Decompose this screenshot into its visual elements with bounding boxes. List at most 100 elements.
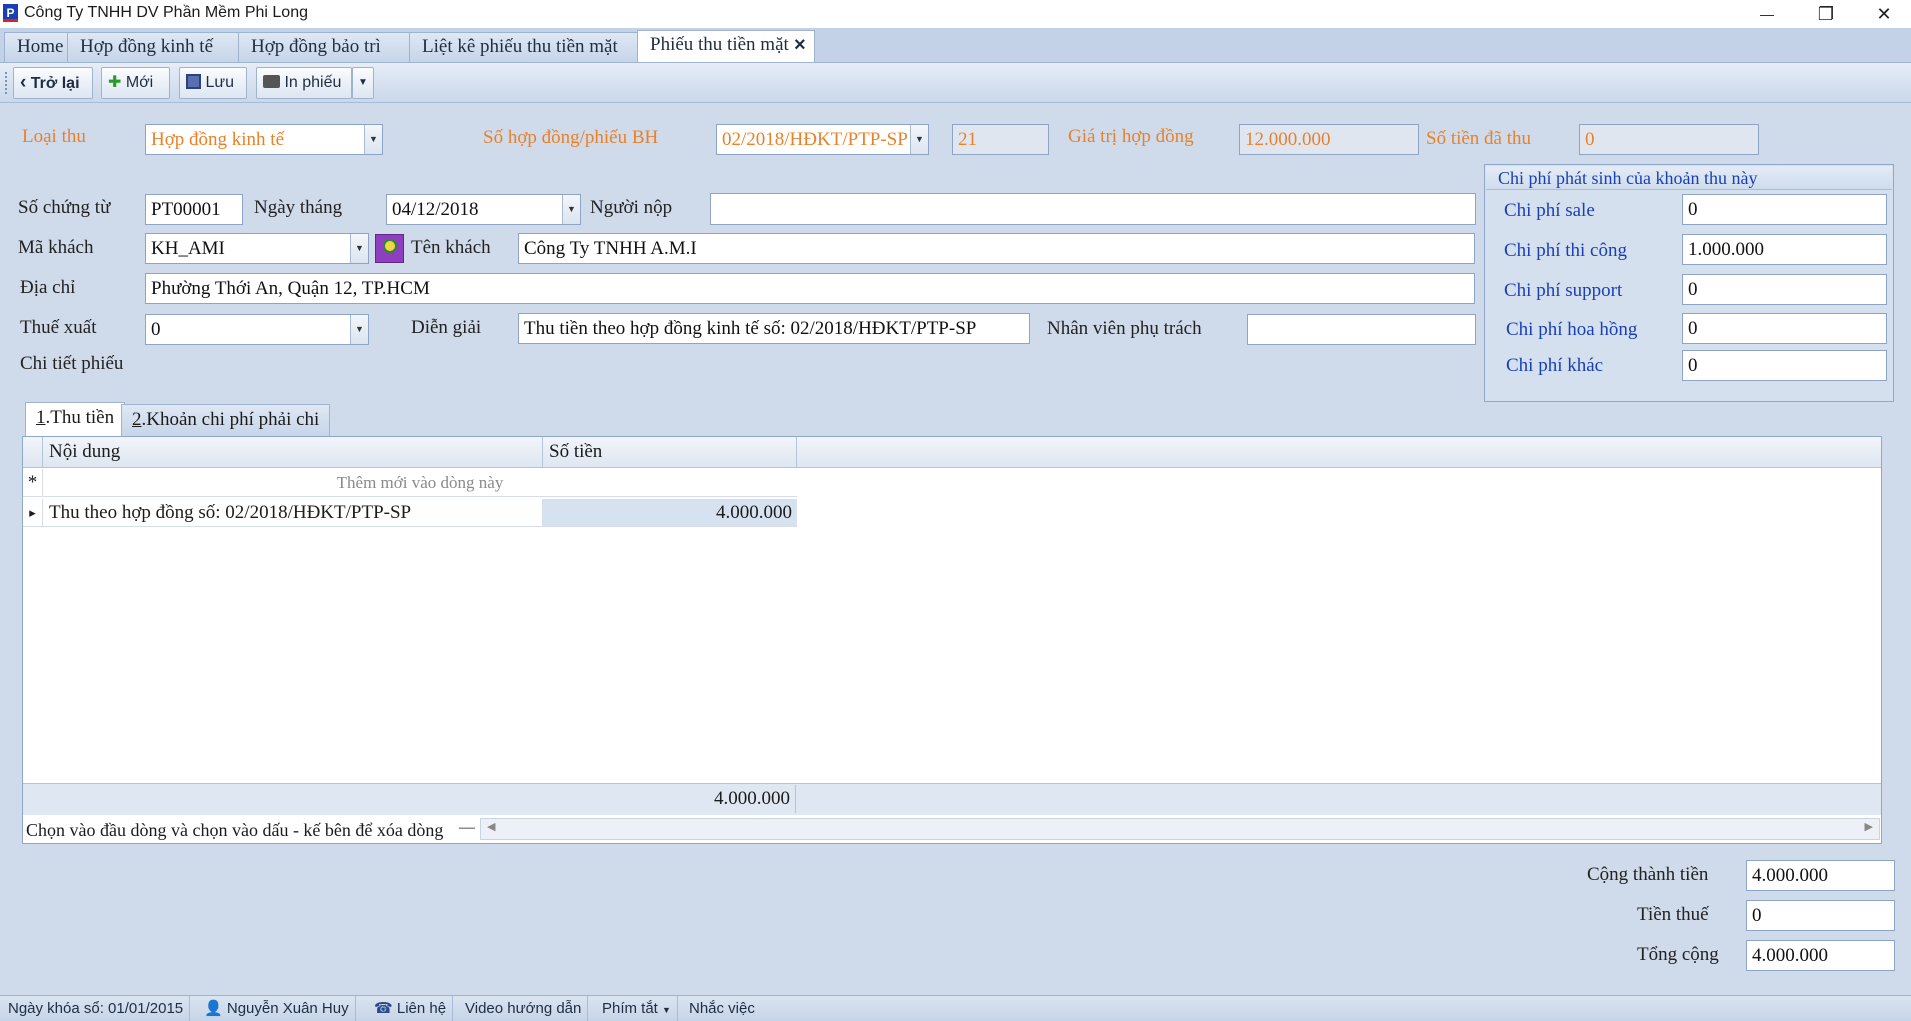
chevron-down-icon[interactable]: ▼: [562, 195, 580, 224]
chevron-down-icon[interactable]: ▼: [350, 234, 368, 263]
ten-khach-label: Tên khách: [411, 237, 491, 258]
tab-label: Hợp đồng bảo trì: [251, 36, 381, 57]
cong-thanh-tien-value: 4.000.000: [1746, 860, 1895, 891]
cost-label-khac: Chi phí khác: [1506, 355, 1604, 376]
dien-giai-input[interactable]: Thu tiền theo hợp đồng kinh tế số: 02/20…: [518, 313, 1030, 344]
status-bar: Ngày khóa sổ: 01/01/2015 👤 Nguyễn Xuân H…: [0, 995, 1911, 1021]
cost-label-thi-cong: Chi phí thi công: [1504, 240, 1627, 261]
shortcut-menu[interactable]: Phím tắt ▼: [596, 996, 678, 1021]
cost-group-title: Chi phí phát sinh của khoản thu này: [1486, 166, 1892, 190]
add-icon: ✚: [108, 74, 122, 91]
dia-chi-input[interactable]: Phường Thới An, Quận 12, TP.HCM: [145, 273, 1475, 304]
current-user[interactable]: 👤 Nguyễn Xuân Huy: [198, 996, 356, 1021]
close-tab-icon[interactable]: ×: [794, 31, 806, 59]
tien-thue-label: Tiền thuế: [1637, 904, 1709, 925]
caret-down-icon: ▼: [662, 1005, 671, 1015]
table-row-so-tien[interactable]: 4.000.000: [543, 499, 797, 527]
cost-input-sale[interactable]: 0: [1682, 194, 1887, 225]
video-guide-link[interactable]: Video hướng dẫn: [459, 996, 589, 1021]
chevron-left-icon: ‹: [20, 72, 27, 93]
chi-tiet-phieu-label: Chi tiết phiếu: [20, 353, 124, 374]
ma-khach-select[interactable]: KH_AMI ▼: [145, 233, 369, 264]
cost-label-support: Chi phí support: [1504, 280, 1623, 301]
save-button[interactable]: Lưu: [179, 67, 247, 99]
floppy-icon: [186, 74, 201, 89]
so-hop-dong-number: 21: [952, 124, 1049, 155]
scroll-left-icon[interactable]: ◀: [487, 820, 495, 833]
horizontal-scrollbar[interactable]: ◀ ▶: [480, 818, 1880, 840]
ma-khach-label: Mã khách: [18, 237, 94, 258]
tong-cong-label: Tổng cộng: [1637, 944, 1719, 965]
so-tien-da-thu-label: Số tiền đã thu: [1426, 128, 1532, 149]
cost-input-khac[interactable]: 0: [1682, 350, 1887, 381]
close-window-button[interactable]: ✕: [1861, 0, 1907, 28]
column-header-so-tien[interactable]: Số tiền: [543, 437, 797, 468]
tab-label: Liệt kê phiếu thu tiền mặt: [422, 36, 618, 57]
column-header-noi-dung[interactable]: Nội dung: [43, 437, 543, 468]
chevron-down-icon[interactable]: ▼: [364, 125, 382, 154]
printer-icon: [263, 75, 280, 88]
cost-input-support[interactable]: 0: [1682, 274, 1887, 305]
gia-tri-hop-dong-label: Giá trị hợp đồng: [1068, 126, 1194, 147]
thue-xuat-select[interactable]: 0 ▼: [145, 314, 369, 345]
row-indicator-icon[interactable]: ▸: [23, 499, 43, 527]
new-row-marker[interactable]: *: [23, 469, 43, 497]
reminder-link[interactable]: Nhắc việc: [683, 996, 761, 1021]
cong-thanh-tien-label: Cộng thành tiền: [1587, 864, 1709, 885]
dia-chi-label: Địa chỉ: [20, 277, 76, 298]
tab-label: Hợp đồng kinh tế: [80, 36, 214, 57]
so-hop-dong-label: Số hợp đồng/phiếu BH: [483, 127, 659, 148]
window-title: Công Ty TNHH DV Phần Mềm Phi Long: [24, 4, 308, 21]
tab-label: Phiếu thu tiền mặt: [650, 34, 789, 55]
scroll-right-icon[interactable]: ▶: [1865, 820, 1873, 833]
chevron-down-icon[interactable]: ▼: [910, 125, 928, 154]
phone-icon: ☎: [374, 1000, 393, 1017]
app-logo-icon: P: [3, 4, 18, 22]
thue-xuat-label: Thuế xuất: [20, 317, 97, 338]
nguoi-nop-label: Người nộp: [590, 197, 673, 218]
dien-giai-label: Diễn giải: [411, 317, 482, 338]
user-icon: 👤: [204, 1000, 223, 1017]
tong-cong-value: 4.000.000: [1746, 940, 1895, 971]
cost-label-sale: Chi phí sale: [1504, 200, 1595, 221]
chevron-down-icon[interactable]: ▼: [350, 315, 368, 344]
tien-thue-value: 0: [1746, 900, 1895, 931]
customer-search-icon[interactable]: [375, 234, 404, 263]
ngay-thang-label: Ngày tháng: [254, 197, 343, 218]
restore-button[interactable]: ❐: [1803, 0, 1849, 28]
tab-hop-dong-kinh-te[interactable]: Hợp đồng kinh tế: [67, 32, 239, 62]
cost-input-hoa-hong[interactable]: 0: [1682, 313, 1887, 344]
footer-total: 4.000.000: [543, 785, 796, 813]
ngay-thang-picker[interactable]: 04/12/2018 ▼: [386, 194, 581, 225]
contact-link[interactable]: ☎ Liên hệ: [368, 996, 454, 1021]
row-indicator-header: [23, 437, 43, 468]
tab-hop-dong-bao-tri[interactable]: Hợp đồng bảo trì: [238, 32, 410, 62]
so-chung-tu-input[interactable]: PT00001: [145, 194, 243, 225]
cost-input-thi-cong[interactable]: 1.000.000: [1682, 234, 1887, 265]
nguoi-nop-input[interactable]: [710, 193, 1476, 225]
gia-tri-hop-dong-value: 12.000.000: [1239, 124, 1419, 155]
print-button[interactable]: In phiếu: [256, 67, 352, 99]
so-tien-da-thu-value: 0: [1579, 124, 1759, 155]
new-button[interactable]: ✚ Mới: [101, 67, 170, 99]
table-row-noi-dung[interactable]: Thu theo hợp đồng số: 02/2018/HĐKT/PTP-S…: [43, 499, 543, 527]
loai-thu-label: Loại thu: [22, 126, 86, 147]
loai-thu-select[interactable]: Hợp đồng kinh tế ▼: [145, 124, 383, 155]
nhan-vien-input[interactable]: [1247, 314, 1476, 345]
tab-liet-ke-phieu-thu[interactable]: Liệt kê phiếu thu tiền mặt: [409, 32, 638, 62]
new-row-placeholder[interactable]: Thêm mới vào dòng này: [43, 469, 797, 497]
tab-khoan-chi-phi[interactable]: 2.Khoản chi phí phải chi: [121, 404, 331, 436]
back-button[interactable]: ‹ Trở lại: [13, 67, 93, 99]
delete-hint: Chọn vào đầu dòng và chọn vào dấu - kế b…: [26, 820, 444, 840]
so-hop-dong-select[interactable]: 02/2018/HĐKT/PTP-SP ▼: [716, 124, 929, 155]
print-dropdown-button[interactable]: ▼: [352, 67, 374, 99]
tab-home[interactable]: Home: [4, 32, 68, 62]
tab-label: Home: [17, 36, 64, 57]
ten-khach-input[interactable]: Công Ty TNHH A.M.I: [518, 233, 1475, 264]
lock-date: Ngày khóa sổ: 01/01/2015: [2, 996, 191, 1021]
delete-row-button[interactable]: —: [459, 814, 475, 842]
cost-label-hoa-hong: Chi phí hoa hồng: [1506, 319, 1638, 340]
minimize-button[interactable]: —: [1744, 0, 1790, 28]
tab-thu-tien[interactable]: 1.Thu tiền: [25, 402, 126, 436]
tab-phieu-thu-tien-mat[interactable]: Phiếu thu tiền mặt ×: [637, 30, 815, 62]
